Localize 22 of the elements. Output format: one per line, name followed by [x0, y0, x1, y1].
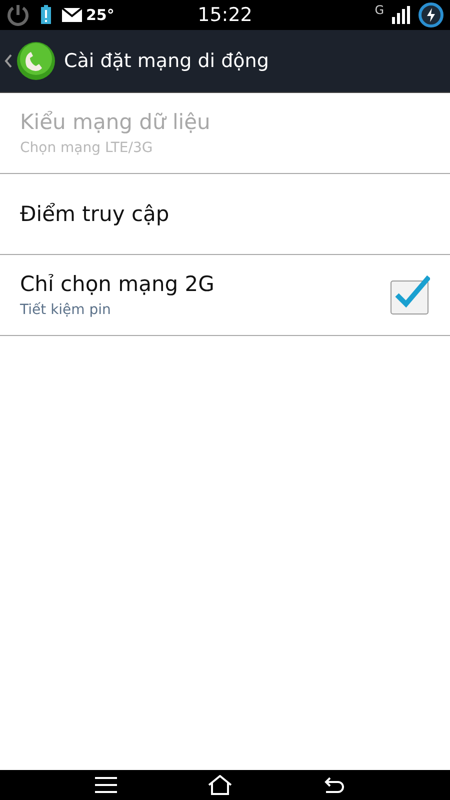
- clock: 15:22: [198, 4, 252, 26]
- battery-alert-icon: [40, 5, 52, 25]
- setting-summary: Chọn mạng LTE/3G: [20, 140, 154, 156]
- power-icon: [6, 3, 30, 27]
- back-icon[interactable]: [323, 776, 345, 794]
- temperature: 25°: [86, 6, 114, 24]
- home-icon[interactable]: [207, 775, 233, 795]
- setting-title: Chỉ chọn mạng 2G: [20, 272, 216, 296]
- setting-summary: Tiết kiệm pin: [20, 302, 112, 318]
- charging-icon: [418, 2, 444, 28]
- menu-icon[interactable]: [95, 777, 117, 793]
- setting-title: Kiểu mạng dữ liệu: [20, 110, 212, 134]
- screen-title: Cài đặt mạng di động: [64, 50, 269, 72]
- phone-app-icon[interactable]: [16, 41, 56, 81]
- signal-icon: [392, 6, 410, 24]
- mail-icon: [62, 8, 82, 22]
- setting-item[interactable]: Chỉ chọn mạng 2G Tiết kiệm pin: [0, 255, 450, 336]
- network-type: G: [374, 3, 384, 17]
- setting-item[interactable]: Điểm truy cập: [0, 174, 450, 255]
- back-icon[interactable]: [4, 54, 12, 68]
- checkbox[interactable]: [390, 275, 430, 315]
- setting-title: Điểm truy cập: [20, 202, 170, 226]
